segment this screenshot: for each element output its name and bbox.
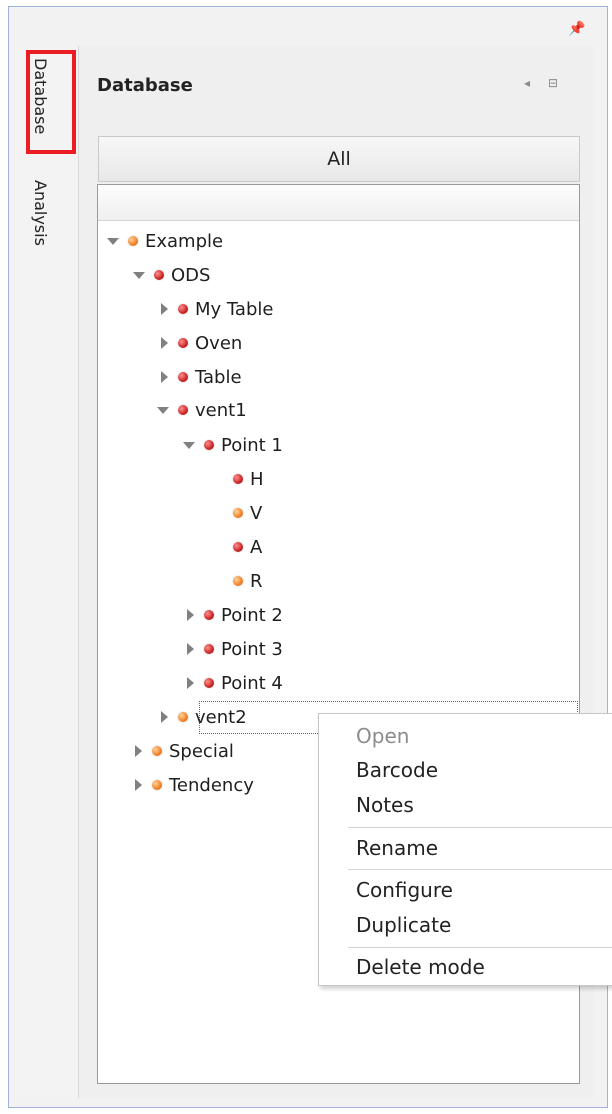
expanded-arrow-icon[interactable] — [107, 237, 119, 245]
menu-separator — [348, 827, 612, 828]
node-label: ODS — [171, 264, 211, 286]
node-label: Example — [145, 230, 224, 252]
node-label: Point 4 — [221, 672, 283, 694]
node-status-icon — [204, 644, 214, 654]
menu-separator — [348, 947, 612, 948]
node-status-icon — [233, 576, 243, 586]
tree-node-tendency[interactable]: Tendency — [135, 773, 254, 797]
menu-separator — [348, 869, 612, 870]
collapsed-arrow-icon[interactable] — [187, 609, 194, 621]
menu-item-barcode[interactable]: Barcode — [356, 758, 438, 782]
tab-analysis[interactable]: Analysis — [31, 180, 50, 246]
node-status-icon — [233, 508, 243, 518]
node-status-icon — [154, 270, 164, 280]
node-status-icon — [178, 338, 188, 348]
node-status-icon — [152, 746, 162, 756]
tree-node-example[interactable]: Example — [107, 229, 223, 253]
menu-item-delete-mode[interactable]: Delete mode — [356, 955, 485, 979]
tree-node-oven[interactable]: Oven — [161, 331, 242, 355]
expanded-arrow-icon[interactable] — [157, 406, 169, 414]
node-label: Special — [169, 740, 234, 762]
node-label: Table — [195, 366, 242, 388]
panel-controls[interactable]: ◂⊟ — [524, 76, 576, 90]
tree-node-vent2[interactable]: vent2 — [161, 705, 247, 729]
expanded-arrow-icon[interactable] — [133, 271, 145, 279]
collapsed-arrow-icon[interactable] — [187, 643, 194, 655]
tree-node-point4[interactable]: Point 4 — [187, 671, 283, 695]
menu-item-duplicate[interactable]: Duplicate — [356, 913, 451, 937]
node-status-icon — [152, 780, 162, 790]
node-label: Point 2 — [221, 604, 283, 626]
node-label: V — [250, 502, 263, 524]
node-label: My Table — [195, 298, 274, 320]
collapsed-arrow-icon[interactable] — [161, 303, 168, 315]
menu-item-notes[interactable]: Notes — [356, 793, 414, 817]
collapsed-arrow-icon[interactable] — [161, 711, 168, 723]
node-label: vent2 — [195, 706, 247, 728]
panel-title: Database — [97, 75, 193, 96]
tree-node-h[interactable]: H — [233, 467, 264, 491]
node-status-icon — [178, 405, 188, 415]
tree-node-point1[interactable]: Point 1 — [183, 433, 283, 457]
node-label: A — [250, 536, 263, 558]
node-status-icon — [178, 712, 188, 722]
tree-node-table[interactable]: Table — [161, 365, 242, 389]
collapsed-arrow-icon[interactable] — [187, 677, 194, 689]
node-status-icon — [204, 610, 214, 620]
collapsed-arrow-icon[interactable] — [161, 371, 168, 383]
node-label: H — [250, 468, 264, 490]
tree-node-vent1[interactable]: vent1 — [157, 398, 247, 422]
chevron-left-icon[interactable]: ◂ — [524, 76, 548, 90]
node-status-icon — [128, 236, 138, 246]
menu-item-open[interactable]: Open — [356, 724, 409, 748]
node-status-icon — [233, 542, 243, 552]
tree-header — [98, 185, 579, 221]
menu-item-rename[interactable]: Rename — [356, 836, 438, 860]
node-status-icon — [178, 304, 188, 314]
collapsed-arrow-icon[interactable] — [135, 779, 142, 791]
pin-tab-icon[interactable]: ⊟ — [548, 76, 576, 90]
node-label: Point 1 — [221, 434, 283, 456]
node-status-icon — [204, 440, 214, 450]
tree-node-v[interactable]: V — [233, 501, 262, 525]
tree-node-r[interactable]: R — [233, 569, 263, 593]
node-status-icon — [178, 372, 188, 382]
node-label: vent1 — [195, 399, 247, 421]
node-label: Tendency — [169, 774, 254, 796]
node-label: R — [250, 570, 263, 592]
collapsed-arrow-icon[interactable] — [135, 745, 142, 757]
tab-highlight-box — [26, 50, 76, 154]
tree-node-point3[interactable]: Point 3 — [187, 637, 283, 661]
node-label: Oven — [195, 332, 243, 354]
node-label: Point 3 — [221, 638, 283, 660]
tree-node-my-table[interactable]: My Table — [161, 297, 273, 321]
tree-node-a[interactable]: A — [233, 535, 262, 559]
pin-icon[interactable]: 📌 — [568, 21, 585, 37]
tree-node-special[interactable]: Special — [135, 739, 234, 763]
expanded-arrow-icon[interactable] — [183, 441, 195, 449]
collapsed-arrow-icon[interactable] — [161, 337, 168, 349]
tree-node-point2[interactable]: Point 2 — [187, 603, 283, 627]
node-status-icon — [233, 474, 243, 484]
tree-node-ods[interactable]: ODS — [133, 263, 210, 287]
menu-item-configure[interactable]: Configure — [356, 878, 453, 902]
node-status-icon — [204, 678, 214, 688]
all-filter-button[interactable]: All — [98, 136, 580, 182]
